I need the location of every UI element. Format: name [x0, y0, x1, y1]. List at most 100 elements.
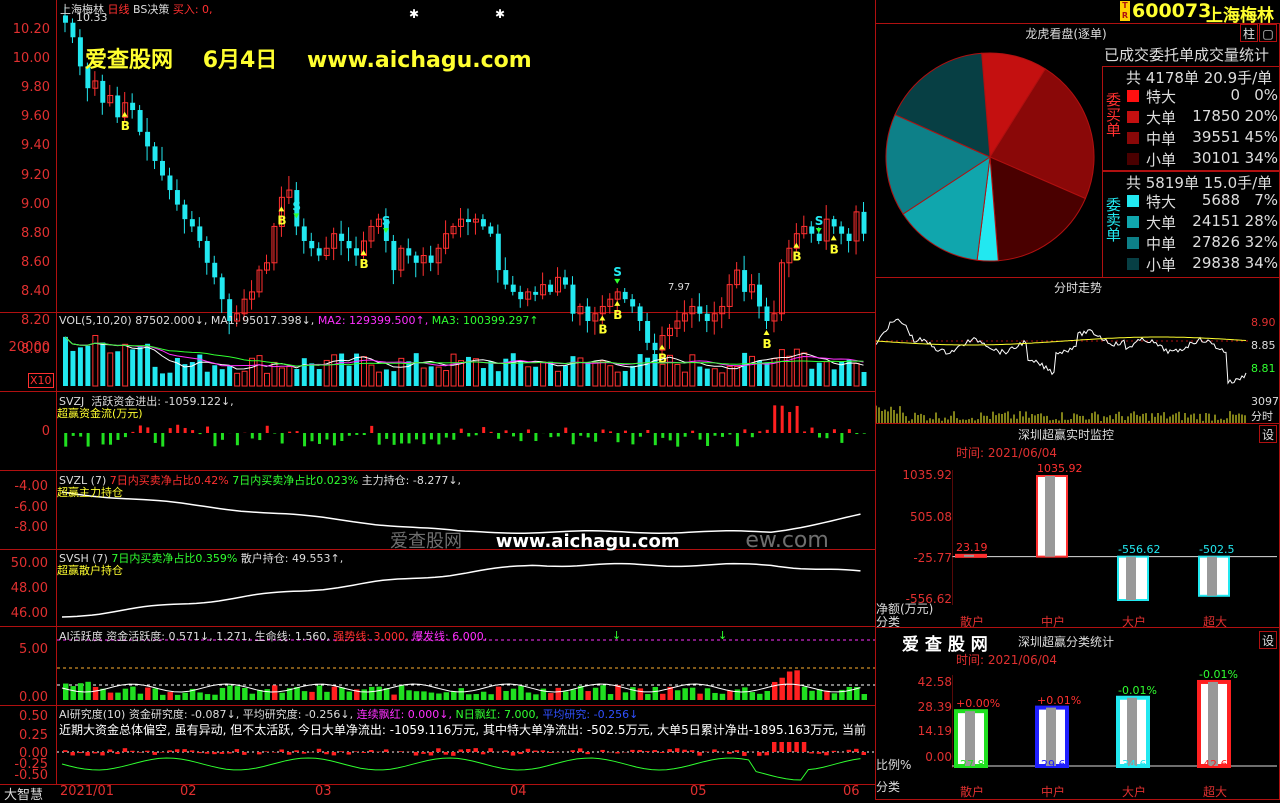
stats-change: -0.01% [1118, 684, 1157, 697]
flow-bar [146, 427, 149, 433]
buy-signal: B [830, 242, 839, 256]
flow-bar [818, 433, 821, 438]
x-axis-label: 06 [843, 784, 860, 799]
activity-bar [511, 689, 516, 700]
activity-bar [593, 688, 598, 700]
flow-bar [490, 432, 493, 433]
sz-monitor-chart[interactable] [952, 460, 1277, 610]
activity-bar [682, 688, 687, 700]
candle-body [809, 226, 814, 233]
flow-bar [624, 431, 627, 433]
activity-bar [160, 695, 165, 700]
candle-body [115, 95, 120, 117]
activity-bar [697, 694, 702, 700]
legend-count: 39551 [1180, 128, 1240, 146]
activity-bar [518, 686, 523, 700]
legend-swatch [1127, 195, 1139, 207]
activity-bar [376, 687, 381, 700]
stats-ratio-label: 比例% [876, 756, 911, 773]
flow-bar [751, 433, 754, 437]
stats-cat-label: 分类 [876, 778, 900, 795]
volume-bar [242, 371, 247, 386]
activity-bar [294, 687, 299, 700]
research-bar [802, 742, 806, 752]
flow-bar [370, 426, 373, 433]
candle-body [190, 219, 195, 226]
activity-bar [660, 694, 665, 700]
candle-body [548, 285, 553, 292]
x-axis-label: 2021/01 [60, 784, 114, 799]
volume-bar [123, 344, 128, 386]
volume-bar [391, 371, 396, 386]
research-bar [794, 742, 798, 752]
candle-body [466, 219, 471, 222]
monitor-bar-value: 1035.92 [1037, 462, 1083, 475]
legend-percent: 32% [1244, 233, 1278, 251]
volume-bar [817, 363, 822, 386]
svzl-t3: 主力持仓: -8.277↓, [362, 474, 461, 487]
stock-code: 600073 [1132, 0, 1211, 22]
intraday-title: 分时走势 [876, 279, 1280, 296]
legend-count: 24151 [1180, 212, 1240, 230]
ai-active-t1: AI活跃度 资金活跃度: 0.571↓, 1.271, 生命线: 1.560, [59, 630, 330, 643]
research-bar [809, 752, 813, 753]
volume-bar [347, 366, 352, 386]
activity-bar [824, 691, 829, 700]
volume-bar [779, 350, 784, 386]
activity-bar [638, 688, 643, 700]
x-axis-bar[interactable]: 大智慧 2021/01 02 03 04 05 06 [0, 785, 876, 800]
activity-bar [309, 692, 314, 700]
research-bar [138, 752, 142, 753]
research-bar [503, 750, 507, 752]
sell-signal: S [382, 214, 391, 228]
ai-research-header: AI研究度(10) 资金研究度: -0.087↓, 平均研究度: -0.256↓… [59, 706, 638, 722]
stock-title-bar: T R 600073 上海梅林 [876, 0, 1280, 23]
candle-body [481, 219, 486, 226]
flow-bar [102, 433, 105, 444]
volume-bar [705, 369, 710, 386]
sell-total: 共 5819单 15.0手/单 [1126, 172, 1272, 193]
research-bar [600, 750, 604, 752]
monitor-settings-button[interactable]: 设 [1259, 425, 1277, 443]
stats-bar-shade [1208, 682, 1218, 766]
candle-body [488, 226, 493, 233]
candle-body [645, 321, 650, 343]
stats-ratio: 34.6 [1122, 758, 1147, 771]
research-bar [167, 750, 171, 752]
stats-settings-button[interactable]: 设 [1259, 631, 1277, 649]
volume-bar [645, 358, 650, 386]
flow-bar [206, 427, 209, 433]
activity-bar [235, 686, 240, 700]
volume-bar [563, 366, 568, 386]
research-bar [824, 752, 828, 755]
volume-bar [496, 371, 501, 386]
dragon-pie-chart[interactable] [880, 50, 1100, 270]
research-bar [339, 751, 343, 752]
research-bar [175, 749, 179, 752]
flow-bar [564, 428, 567, 433]
buy-signal: B [360, 257, 369, 271]
menu-button[interactable]: ▢ [1259, 24, 1277, 42]
activity-bar [735, 689, 740, 700]
flow-bar [833, 429, 836, 433]
activity-bar [93, 687, 98, 700]
volume-bar [556, 371, 561, 386]
volume-bar [421, 368, 426, 386]
activity-bar [339, 687, 344, 700]
bar-toggle-button[interactable]: 柱 [1240, 24, 1258, 42]
research-bar [541, 750, 545, 752]
candle-body [138, 110, 143, 132]
candle-body [503, 270, 508, 285]
volume-bar [809, 369, 814, 386]
svsh-y-tick: 48.00 [0, 581, 48, 596]
volume-bar [444, 371, 449, 386]
research-bar [459, 749, 463, 752]
activity-bar [459, 688, 464, 700]
activity-bar [302, 691, 307, 700]
research-bar [578, 748, 582, 752]
ai-research-t4: 平均研究: -0.256↓ [542, 708, 638, 721]
intraday-chart[interactable] [876, 296, 1248, 424]
app-brand: 大智慧 [4, 784, 43, 803]
activity-bar [750, 692, 755, 700]
volume-bar [376, 372, 381, 386]
